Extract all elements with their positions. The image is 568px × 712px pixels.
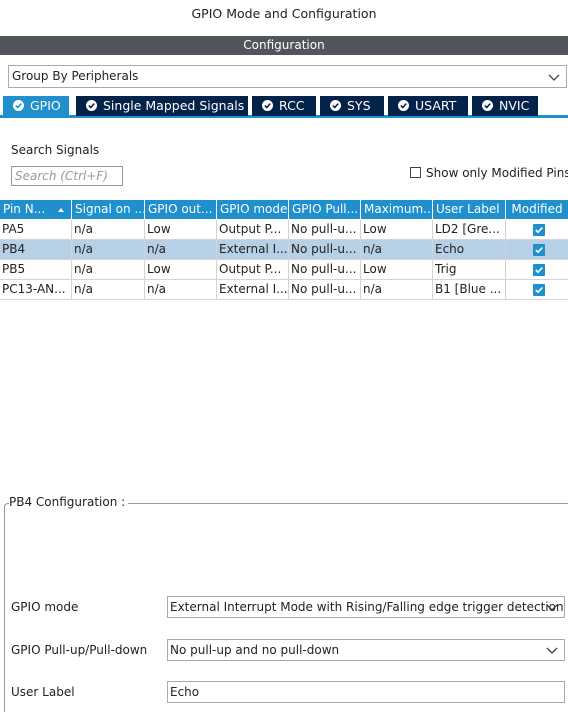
column-header-maximum-speed[interactable]: Maximum... (361, 200, 433, 219)
chevron-down-icon (546, 601, 558, 613)
tab-label: SYS (347, 98, 371, 113)
column-header-user-label[interactable]: User Label (433, 200, 506, 219)
tab-usart[interactable]: USART (388, 96, 468, 116)
gpio-mode-label: GPIO mode (11, 600, 79, 614)
column-header-signal[interactable]: Signal on ... (72, 200, 145, 219)
chevron-down-icon (546, 644, 558, 656)
cell-gpio-mode: External I... (217, 240, 289, 260)
show-modified-label: Show only Modified Pins (426, 166, 568, 180)
cell-gpio-mode: Output P... (217, 220, 289, 240)
check-circle-icon (398, 100, 409, 111)
column-header-pin-name[interactable]: Pin N... (0, 200, 72, 219)
cell-gpio-pull: No pull-u... (289, 240, 361, 260)
cell-user-label: LD2 [Gre... (433, 220, 506, 240)
cell-gpio-pull: No pull-u... (289, 280, 361, 300)
column-header-gpio-mode[interactable]: GPIO mode (217, 200, 289, 219)
tab-sys[interactable]: SYS (320, 96, 384, 116)
column-header-gpio-pull[interactable]: GPIO Pull... (289, 200, 361, 219)
cell-modified (506, 220, 568, 240)
cell-user-label: Trig (433, 260, 506, 280)
tab-gpio[interactable]: GPIO (3, 96, 69, 116)
user-label-input[interactable]: Echo (167, 681, 565, 703)
tab-label: GPIO (30, 98, 61, 113)
search-input[interactable]: Search (Ctrl+F) (11, 166, 123, 186)
cell-gpio-mode: Output P... (217, 260, 289, 280)
group-by-value: Group By Peripherals (12, 69, 139, 83)
chevron-down-icon (548, 71, 560, 83)
pin-configuration-legend: PB4 Configuration : (9, 495, 129, 509)
check-circle-icon (330, 100, 341, 111)
cell-max-speed: n/a (361, 280, 433, 300)
table-row[interactable]: PB4 n/a n/a External I... No pull-u... n… (0, 240, 568, 260)
cell-pin-name: PB4 (0, 240, 72, 260)
configuration-bar: Configuration (0, 36, 568, 55)
group-by-select[interactable]: Group By Peripherals (8, 65, 567, 88)
column-header-modified[interactable]: Modified (506, 200, 568, 219)
cell-modified (506, 240, 568, 260)
check-circle-icon (482, 100, 493, 111)
gpio-pull-label: GPIO Pull-up/Pull-down (11, 643, 148, 657)
tab-label: Single Mapped Signals (103, 98, 245, 113)
check-circle-icon (262, 100, 273, 111)
cell-modified (506, 280, 568, 300)
gpio-mode-select[interactable]: External Interrupt Mode with Rising/Fall… (167, 596, 565, 618)
tab-label: NVIC (499, 98, 530, 113)
gpio-mode-value: External Interrupt Mode with Rising/Fall… (170, 600, 564, 614)
cell-user-label: B1 [Blue ... (433, 280, 506, 300)
checkbox-checked-icon[interactable] (533, 264, 545, 276)
cell-user-label: Echo (433, 240, 506, 260)
table-row[interactable]: PB5 n/a Low Output P... No pull-u... Low… (0, 260, 568, 280)
cell-modified (506, 260, 568, 280)
user-label-label: User Label (11, 685, 75, 699)
checkbox-checked-icon[interactable] (533, 244, 545, 256)
cell-pin-name: PA5 (0, 220, 72, 240)
gpio-pull-select[interactable]: No pull-up and no pull-down (167, 639, 565, 661)
table-row[interactable]: PA5 n/a Low Output P... No pull-u... Low… (0, 220, 568, 240)
cell-signal: n/a (72, 220, 145, 240)
column-header-gpio-output[interactable]: GPIO out... (145, 200, 217, 219)
cell-gpio-pull: No pull-u... (289, 220, 361, 240)
cell-signal: n/a (72, 240, 145, 260)
check-circle-icon (86, 100, 97, 111)
cell-max-speed: Low (361, 220, 433, 240)
cell-gpio-output: n/a (145, 280, 217, 300)
table-row[interactable]: PC13-AN... n/a n/a External I... No pull… (0, 280, 568, 300)
gpio-pull-value: No pull-up and no pull-down (170, 643, 340, 657)
tab-rcc[interactable]: RCC (252, 96, 316, 116)
checkbox-empty-icon (410, 167, 421, 178)
window-title: GPIO Mode and Configuration (191, 6, 377, 21)
cell-gpio-pull: No pull-u... (289, 260, 361, 280)
cell-signal: n/a (72, 260, 145, 280)
checkbox-checked-icon[interactable] (533, 284, 545, 296)
check-circle-icon (13, 100, 24, 111)
show-modified-checkbox[interactable]: Show only Modified Pins (410, 166, 568, 180)
cell-pin-name: PC13-AN... (0, 280, 72, 300)
tab-bar: GPIO Single Mapped Signals RCC SYS USART… (0, 96, 568, 118)
cell-gpio-mode: External I... (217, 280, 289, 300)
tab-label: RCC (279, 98, 305, 113)
cell-max-speed: n/a (361, 240, 433, 260)
tab-label: USART (415, 98, 457, 113)
cell-gpio-output: n/a (145, 240, 217, 260)
cell-signal: n/a (72, 280, 145, 300)
cell-max-speed: Low (361, 260, 433, 280)
cell-gpio-output: Low (145, 220, 217, 240)
tab-nvic[interactable]: NVIC (472, 96, 538, 116)
cell-pin-name: PB5 (0, 260, 72, 280)
checkbox-checked-icon[interactable] (533, 224, 545, 236)
cell-gpio-output: Low (145, 260, 217, 280)
sort-icon (57, 204, 65, 219)
search-label: Search Signals (11, 143, 100, 157)
tab-single-mapped-signals[interactable]: Single Mapped Signals (76, 96, 248, 116)
